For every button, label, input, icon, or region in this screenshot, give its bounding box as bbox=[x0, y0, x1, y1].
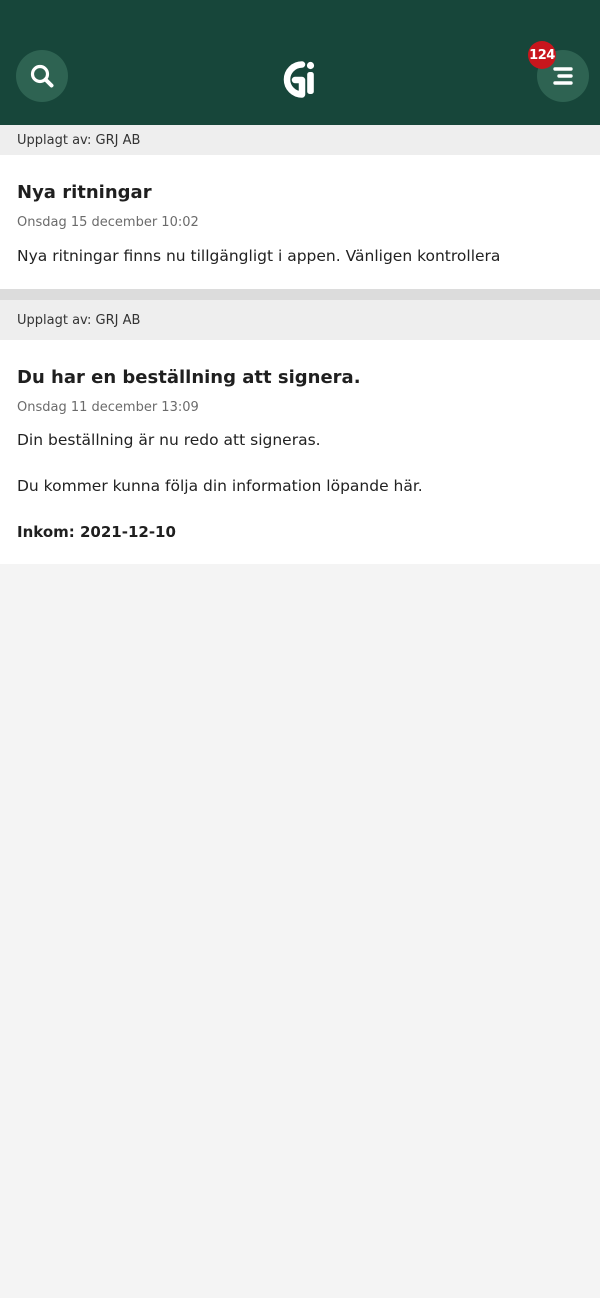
post-received-date: Inkom: 2021-12-10 bbox=[17, 523, 176, 541]
app-logo bbox=[283, 61, 315, 98]
menu-icon bbox=[553, 67, 573, 85]
post-divider bbox=[0, 289, 600, 300]
post-date: Onsdag 11 december 13:09 bbox=[17, 400, 199, 415]
app-header: 124 bbox=[0, 0, 600, 125]
post-date: Onsdag 15 december 10:02 bbox=[17, 215, 199, 230]
search-icon bbox=[30, 64, 54, 88]
post-body: Du kommer kunna följa din information lö… bbox=[17, 477, 423, 495]
notification-badge: 124 bbox=[528, 41, 556, 69]
post-card[interactable]: Nya ritningar Onsdag 15 december 10:02 N… bbox=[0, 155, 600, 289]
post-author: Upplagt av: GRJ AB bbox=[0, 300, 600, 340]
post-author: Upplagt av: GRJ AB bbox=[0, 125, 600, 155]
search-button[interactable] bbox=[16, 50, 68, 102]
post-body: Nya ritningar finns nu tillgängligt i ap… bbox=[17, 247, 501, 265]
post-title: Du har en beställning att signera. bbox=[17, 367, 361, 388]
post-card[interactable]: Du har en beställning att signera. Onsda… bbox=[0, 340, 600, 564]
post-body: Din beställning är nu redo att signeras. bbox=[17, 431, 321, 449]
post-feed: Upplagt av: GRJ AB Nya ritningar Onsdag … bbox=[0, 125, 600, 564]
post-title: Nya ritningar bbox=[17, 182, 152, 203]
